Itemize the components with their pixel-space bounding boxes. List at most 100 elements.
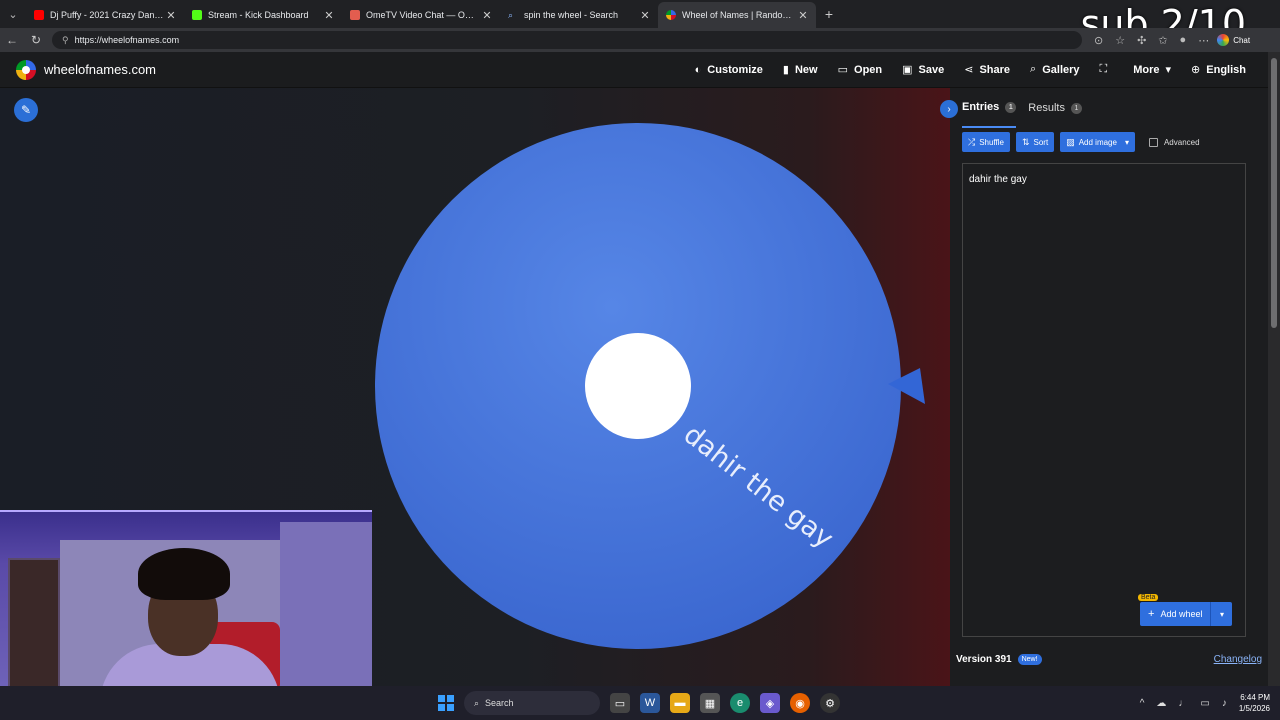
chevron-down-icon: ▾ xyxy=(1219,609,1224,619)
entries-textarea[interactable]: dahir the gay xyxy=(962,163,1246,637)
chevron-up-icon[interactable]: ^ xyxy=(1140,698,1145,709)
ometv-favicon-icon xyxy=(350,10,360,20)
palette-icon: ◐ xyxy=(694,63,702,76)
taskbar-apps: ⌕ Search ▭ W ▬ ▦ e ◈ ◉ ⚙ xyxy=(438,686,840,720)
page-scrollbar[interactable] xyxy=(1268,52,1280,686)
language-button[interactable]: ⊕ English xyxy=(1181,52,1256,88)
firefox-icon[interactable]: ◉ xyxy=(790,693,810,713)
favorites-icon[interactable]: ✩ xyxy=(1158,34,1167,47)
menu-label: Share xyxy=(979,63,1011,76)
store-icon[interactable]: ▦ xyxy=(700,693,720,713)
tab-close-icon[interactable]: ✕ xyxy=(638,9,652,22)
version-row: Version 391 New! Changelog xyxy=(956,654,1262,665)
clock-time: 6:44 PM xyxy=(1240,693,1270,702)
wheel-logo-icon[interactable] xyxy=(16,59,36,80)
tab-close-icon[interactable]: ✕ xyxy=(164,9,178,22)
gallery-button[interactable]: ⌕ Gallery xyxy=(1020,52,1089,88)
url-input[interactable]: ⚲ https://wheelofnames.com xyxy=(52,31,1082,49)
changelog-link[interactable]: Changelog xyxy=(1214,654,1262,665)
advanced-checkbox[interactable] xyxy=(1148,137,1158,147)
button-label: Shuffle xyxy=(979,137,1004,147)
add-wheel-button[interactable]: + Add wheel xyxy=(1140,602,1211,626)
entries-count-badge: 1 xyxy=(1005,101,1017,113)
menu-dots-icon[interactable]: ⋯ xyxy=(1198,34,1209,47)
wheel-favicon-icon xyxy=(666,10,676,20)
tab-title: spin the wheel - Search xyxy=(524,10,619,20)
sort-button[interactable]: ⇅ Sort xyxy=(1015,132,1055,152)
advanced-toggle[interactable]: Advanced xyxy=(1148,137,1200,147)
tab-search-icon[interactable]: ⌄ xyxy=(0,0,26,28)
chat-label: Chat xyxy=(1233,35,1251,45)
microphone-icon[interactable]: ♩ xyxy=(1178,698,1188,709)
save-button[interactable]: ▣ Save xyxy=(892,52,954,88)
tab-entries[interactable]: Entries 1 xyxy=(962,88,1017,128)
windows-start-icon[interactable] xyxy=(438,695,454,711)
add-wheel-dropdown[interactable]: ▾ xyxy=(1210,602,1233,626)
site-header: wheelofnames.com ◐ Customize ▮ New ▭ Open ▣… xyxy=(0,52,1268,88)
more-button[interactable]: More ▾ xyxy=(1123,52,1181,88)
menu-label: Gallery xyxy=(1042,63,1080,76)
wheel-center-button[interactable] xyxy=(585,333,691,439)
button-label: Add wheel xyxy=(1160,609,1203,619)
tab-title: Wheel of Names | Random name xyxy=(682,10,796,20)
profile-icon[interactable]: ● xyxy=(1180,34,1187,46)
site-info-icon[interactable]: ⚲ xyxy=(62,35,69,46)
scrollbar-thumb[interactable] xyxy=(1271,58,1277,328)
menu-label: More xyxy=(1133,63,1160,76)
share-button[interactable]: ⋖ Share xyxy=(954,52,1020,88)
advanced-label: Advanced xyxy=(1163,137,1200,147)
tab-results[interactable]: Results 1 xyxy=(1028,88,1082,128)
copilot-app-icon[interactable]: ◈ xyxy=(760,693,780,713)
system-tray: ^ ☁ ♩ ▭ ♪ 6:44 PM 1/5/2026 xyxy=(1140,686,1270,720)
browser-tab-youtube[interactable]: Dj Puffy - 2021 Crazy Dancehall P ✕ xyxy=(26,2,184,28)
chevron-down-icon: ▾ xyxy=(1124,137,1129,147)
settings-gear-icon[interactable]: ⚙ xyxy=(820,693,840,713)
task-view-icon[interactable]: ▭ xyxy=(610,693,630,713)
beta-badge: Beta xyxy=(1138,594,1159,601)
search-label: Search xyxy=(485,698,514,708)
tab-close-icon[interactable]: ✕ xyxy=(796,9,810,22)
browser-tab-wheelofnames[interactable]: Wheel of Names | Random name ✕ xyxy=(658,2,816,28)
new-tab-button[interactable]: + xyxy=(816,6,842,22)
save-icon: ▣ xyxy=(902,64,913,76)
new-button[interactable]: ▮ New xyxy=(773,52,828,88)
taskbar-clock[interactable]: 6:44 PM 1/5/2026 xyxy=(1239,692,1270,714)
back-arrow-icon[interactable]: ← xyxy=(0,33,24,47)
entries-toolbar: ⤮ Shuffle ⇅ Sort ▨ Add image ▾ Advanced xyxy=(950,132,1268,152)
favorite-star-icon[interactable]: ☆ xyxy=(1115,34,1125,47)
word-icon[interactable]: W xyxy=(640,693,660,713)
search-icon: ⌕ xyxy=(474,697,480,708)
fullscreen-button[interactable]: ⛶ xyxy=(1090,52,1124,88)
browser-tab-kick[interactable]: Stream - Kick Dashboard ✕ xyxy=(184,2,342,28)
tab-label: Entries xyxy=(962,101,1000,113)
collapse-panel-chevron-icon[interactable]: › xyxy=(940,100,958,118)
copilot-chat-button[interactable]: Chat xyxy=(1217,34,1250,46)
browser-tab-ometv[interactable]: OmeTV Video Chat — Omegle Ra ✕ xyxy=(342,2,500,28)
folder-icon: ▭ xyxy=(837,64,849,76)
clock-date: 1/5/2026 xyxy=(1238,704,1270,713)
display-icon[interactable]: ▭ xyxy=(1200,698,1209,709)
site-name[interactable]: wheelofnames.com xyxy=(44,62,156,77)
tab-close-icon[interactable]: ✕ xyxy=(480,9,494,22)
tab-close-icon[interactable]: ✕ xyxy=(322,9,336,22)
browser-tab-search[interactable]: ⌕ spin the wheel - Search ✕ xyxy=(500,2,658,28)
menu-label: New xyxy=(794,63,818,76)
edge-icon[interactable]: e xyxy=(730,693,750,713)
taskbar-search-box[interactable]: ⌕ Search xyxy=(464,691,600,715)
onedrive-icon[interactable]: ☁ xyxy=(1156,698,1166,709)
url-text: https://wheelofnames.com xyxy=(74,35,180,45)
file-explorer-icon[interactable]: ▬ xyxy=(670,693,690,713)
extensions-icon[interactable]: ✣ xyxy=(1137,34,1146,47)
reload-icon[interactable]: ↻ xyxy=(24,33,48,47)
tab-title: Stream - Kick Dashboard xyxy=(208,10,309,20)
volume-icon[interactable]: ♪ xyxy=(1222,698,1227,709)
button-label: Sort xyxy=(1033,137,1049,147)
read-aloud-icon[interactable]: ⊙ xyxy=(1094,34,1103,47)
shuffle-button[interactable]: ⤮ Shuffle xyxy=(962,132,1010,152)
menu-label: Customize xyxy=(707,63,763,76)
open-button[interactable]: ▭ Open xyxy=(828,52,893,88)
customize-button[interactable]: ◐ Customize xyxy=(685,52,773,88)
add-image-button[interactable]: ▨ Add image ▾ xyxy=(1060,132,1135,152)
address-bar-row: ← ↻ ⚲ https://wheelofnames.com ⊙ ☆ ✣ ✩ ●… xyxy=(0,28,1280,52)
edit-pencil-icon[interactable]: ✎ xyxy=(14,98,38,122)
